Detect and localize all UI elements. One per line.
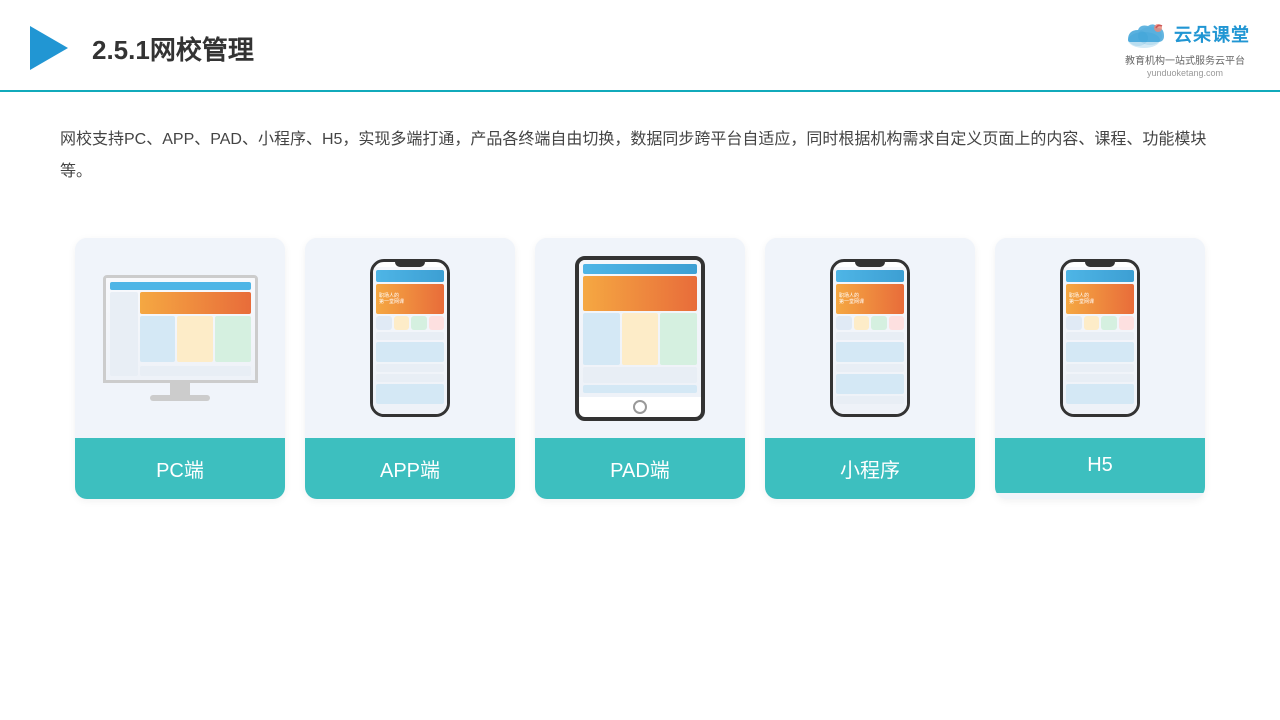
header: 2.5.1网校管理 云朵课堂 教育机构一站式服务云平台 yunduoketang… xyxy=(0,0,1280,92)
card-app-image: 职场人的第一堂网课 xyxy=(305,238,515,438)
card-app-label: APP端 xyxy=(305,438,515,499)
card-app: 职场人的第一堂网课 xyxy=(305,238,515,499)
card-pc: PC端 xyxy=(75,238,285,499)
card-h5-image: 职场人的第一堂网课 xyxy=(995,238,1205,438)
device-cards-container: PC端 职场人的第一堂网课 xyxy=(0,218,1280,499)
tablet-mockup xyxy=(575,256,705,421)
card-miniprogram: 职场人的第一堂网课 xyxy=(765,238,975,499)
logo-tagline: 教育机构一站式服务云平台 xyxy=(1125,52,1245,67)
card-h5-label: H5 xyxy=(995,438,1205,493)
card-pc-label: PC端 xyxy=(75,438,285,499)
phone-app-mockup: 职场人的第一堂网课 xyxy=(370,259,450,417)
description-text: 网校支持PC、APP、PAD、小程序、H5，实现多端打通，产品各终端自由切换，数… xyxy=(0,92,1280,208)
card-miniprogram-image: 职场人的第一堂网课 xyxy=(765,238,975,438)
card-miniprogram-label: 小程序 xyxy=(765,438,975,499)
logo-cloud: 云朵课堂 xyxy=(1120,18,1250,50)
play-icon xyxy=(30,26,68,70)
card-pc-image xyxy=(75,238,285,438)
phone-miniprogram-mockup: 职场人的第一堂网课 xyxy=(830,259,910,417)
card-pad-image xyxy=(535,238,745,438)
page-title: 2.5.1网校管理 xyxy=(92,30,254,67)
logo-url: yunduoketang.com xyxy=(1147,68,1223,78)
card-h5: 职场人的第一堂网课 xyxy=(995,238,1205,499)
pc-mockup xyxy=(103,275,258,401)
card-pad: PAD端 xyxy=(535,238,745,499)
header-left: 2.5.1网校管理 xyxy=(30,26,254,70)
logo-text: 云朵课堂 xyxy=(1174,21,1250,47)
cloud-icon xyxy=(1120,18,1168,50)
pc-screen xyxy=(103,275,258,383)
card-pad-label: PAD端 xyxy=(535,438,745,499)
phone-h5-mockup: 职场人的第一堂网课 xyxy=(1060,259,1140,417)
logo-area: 云朵课堂 教育机构一站式服务云平台 yunduoketang.com xyxy=(1120,18,1250,78)
